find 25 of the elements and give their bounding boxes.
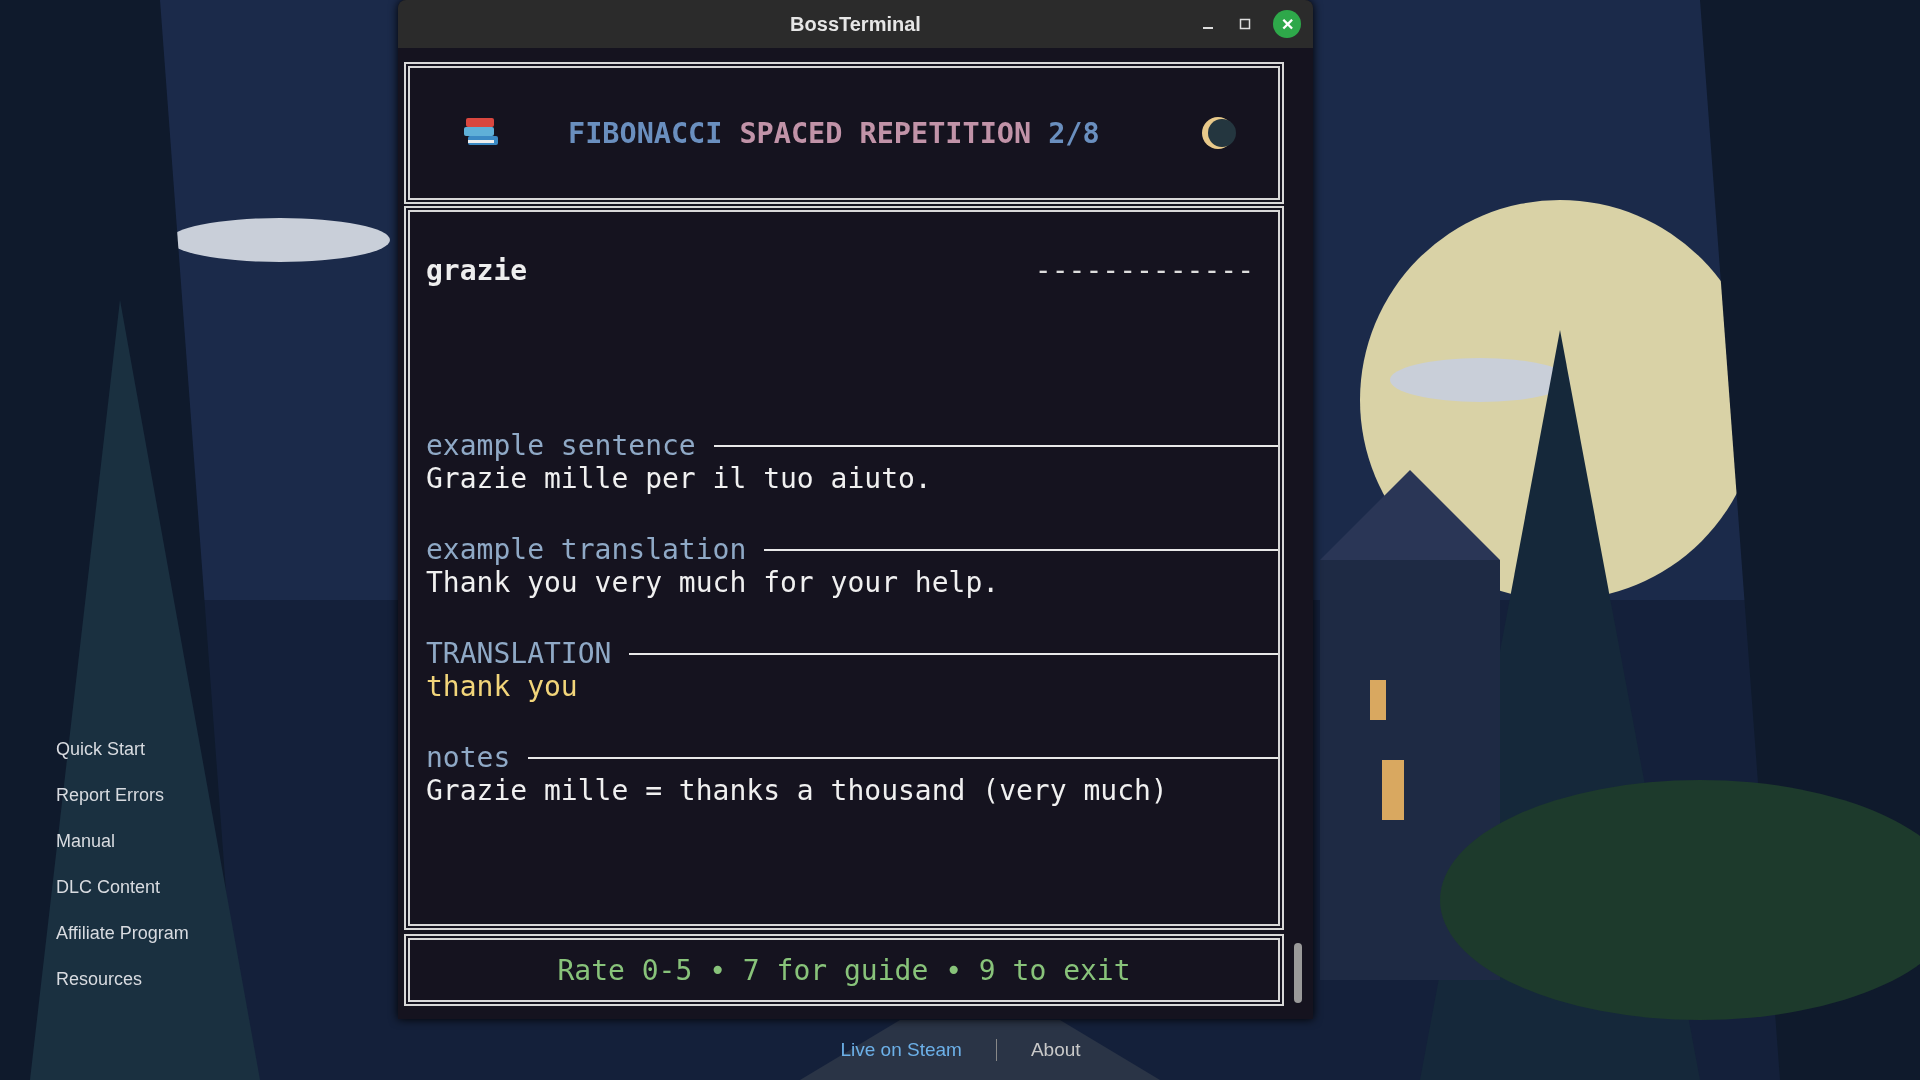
footer-link[interactable]: Live on Steam xyxy=(840,1038,962,1061)
section-label: TRANSLATION xyxy=(426,637,612,670)
sidebar-link[interactable]: Affiliate Program xyxy=(56,922,398,944)
section-text: thank you xyxy=(426,670,579,703)
moon-icon xyxy=(1200,115,1236,151)
footer-link[interactable]: About xyxy=(1030,1038,1081,1061)
window-title: BossTerminal xyxy=(790,12,921,36)
scrollbar-thumb[interactable] xyxy=(1294,943,1302,1003)
word-text: grazie xyxy=(426,254,528,287)
sidebar-link[interactable]: Report Errors xyxy=(56,784,398,806)
sidebar-link[interactable]: Resources xyxy=(56,968,398,990)
hidden-answer: ------------- xyxy=(1034,254,1254,287)
section-label: example sentence xyxy=(426,429,696,462)
sidebar-link[interactable]: DLC Content xyxy=(56,876,398,898)
section-text: Thank you very much for your help. xyxy=(426,566,1001,599)
section-label: example translation xyxy=(426,533,747,566)
section-text: Grazie mille = thanks a thousand (very much) xyxy=(426,774,1169,807)
maximize-icon xyxy=(1239,18,1251,30)
section-text: Grazie mille per il tuo aiuto. xyxy=(426,462,933,495)
key-hint: Rate 0-5 • 7 for guide • 9 to exit xyxy=(557,953,1131,987)
sidebar-link[interactable]: Quick Start xyxy=(56,738,398,760)
app-title: FIBONACCI SPACED REPETITION 2/8 xyxy=(568,116,1101,150)
minimize-icon xyxy=(1203,27,1213,29)
section-label: notes xyxy=(426,741,511,774)
sidebar-link[interactable]: Manual xyxy=(56,830,398,852)
